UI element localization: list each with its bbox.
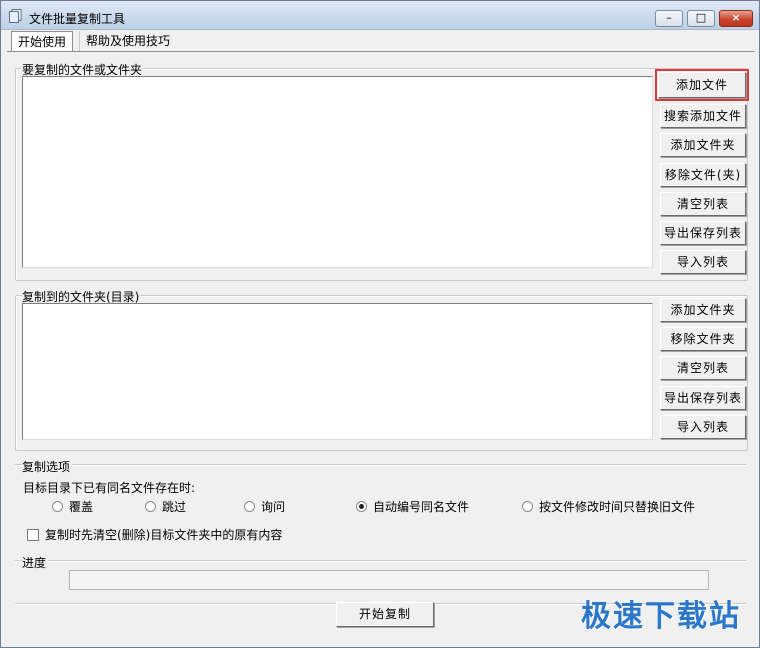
conflict-prompt: 目标目录下已有同名文件存在时: <box>23 481 196 495</box>
tab-start[interactable]: 开始使用 <box>11 31 74 52</box>
radio-skip-label: 跳过 <box>162 500 187 514</box>
import-source-list-button[interactable]: 导入列表 <box>660 250 746 274</box>
add-file-button[interactable]: 添加文件 <box>655 69 749 101</box>
main-window: 文件批量复制工具 – □ × 开始使用 帮助及使用技巧 要复制的文件或文件夹 添… <box>0 0 760 648</box>
export-dest-list-button[interactable]: 导出保存列表 <box>660 386 746 410</box>
clear-source-list-button[interactable]: 清空列表 <box>660 192 746 216</box>
add-dest-folder-button[interactable]: 添加文件夹 <box>660 298 746 322</box>
search-add-file-button[interactable]: 搜索添加文件 <box>660 104 746 128</box>
start-copy-button[interactable]: 开始复制 <box>336 602 434 627</box>
title-bar[interactable]: 文件批量复制工具 – □ × <box>1 1 759 30</box>
app-icon <box>9 9 22 23</box>
export-source-list-button[interactable]: 导出保存列表 <box>660 221 746 245</box>
maximize-button[interactable]: □ <box>687 10 715 27</box>
remove-file-button[interactable]: 移除文件(夹) <box>660 163 746 187</box>
progress-bar <box>69 570 709 590</box>
source-file-list[interactable] <box>22 76 653 268</box>
radio-skip[interactable] <box>145 501 156 512</box>
clear-dest-list-button[interactable]: 清空列表 <box>660 356 746 380</box>
options-group-label: 复制选项 <box>22 458 73 475</box>
radio-replace-older-label: 按文件修改时间只替换旧文件 <box>539 500 696 514</box>
add-folder-button[interactable]: 添加文件夹 <box>660 133 746 157</box>
radio-overwrite[interactable] <box>52 501 63 512</box>
destination-folder-list[interactable] <box>22 303 653 440</box>
radio-ask[interactable] <box>244 501 255 512</box>
options-separator <box>15 464 746 466</box>
window-title: 文件批量复制工具 <box>29 12 126 26</box>
minimize-button[interactable]: – <box>655 10 683 27</box>
clear-target-checkbox[interactable] <box>27 529 39 541</box>
radio-overwrite-label: 覆盖 <box>69 500 94 514</box>
progress-label: 进度 <box>22 554 49 571</box>
radio-ask-label: 询问 <box>261 500 286 514</box>
watermark-logo: 极速下载站 <box>581 599 741 634</box>
close-button[interactable]: × <box>719 10 753 27</box>
remove-dest-folder-button[interactable]: 移除文件夹 <box>660 327 746 351</box>
clear-target-label: 复制时先清空(删除)目标文件夹中的原有内容 <box>45 528 283 542</box>
import-dest-list-button[interactable]: 导入列表 <box>660 415 746 439</box>
progress-separator <box>15 560 746 562</box>
radio-replace-older[interactable] <box>522 501 533 512</box>
radio-auto-number[interactable] <box>356 501 367 512</box>
radio-auto-number-label: 自动编号同名文件 <box>373 500 470 514</box>
tab-help[interactable]: 帮助及使用技巧 <box>79 31 176 51</box>
